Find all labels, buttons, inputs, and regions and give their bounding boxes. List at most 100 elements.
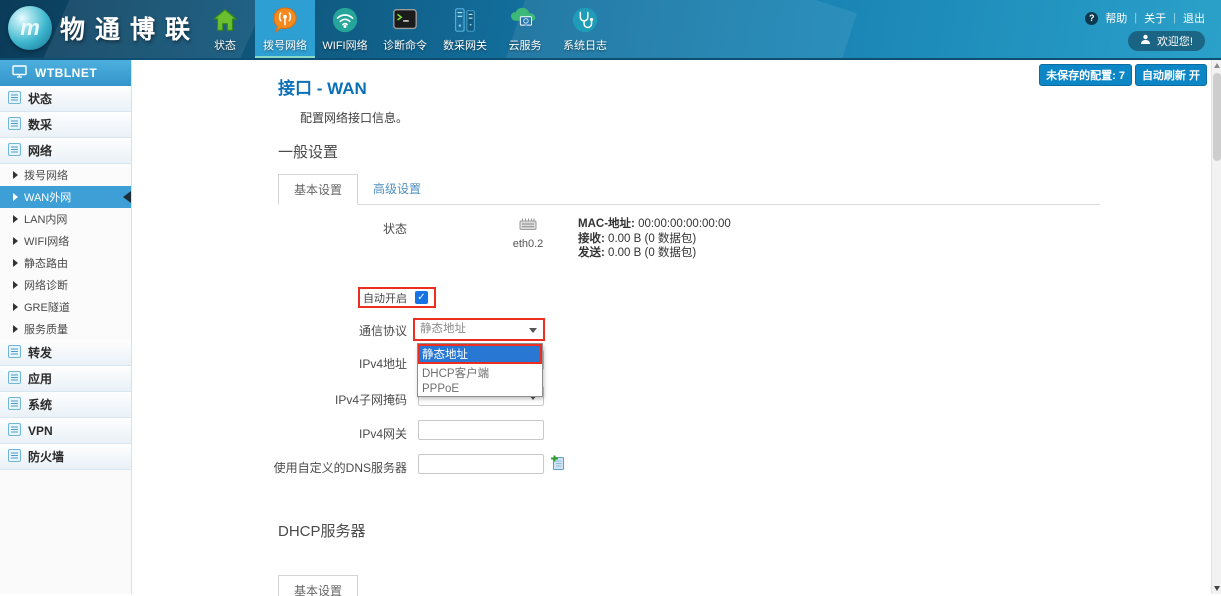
sidebar-subitem-gre-tunnel[interactable]: GRE隧道 xyxy=(0,296,131,318)
link-separator: | xyxy=(1134,12,1137,24)
list-icon xyxy=(8,423,21,439)
link-separator: | xyxy=(1173,12,1176,24)
autorefresh-badge[interactable]: 自动刷新 开 xyxy=(1135,64,1207,86)
sidebar-subitem-label: 静态路由 xyxy=(24,255,68,271)
vertical-scrollbar[interactable] xyxy=(1211,60,1221,594)
nav-item-cloud-service[interactable]: 云服务 xyxy=(495,0,555,58)
sidebar-item-forwarding[interactable]: 转发 xyxy=(0,340,131,366)
sidebar-item-label: 防火墙 xyxy=(28,448,64,465)
protocol-dropdown-list: 静态地址 DHCP客户端 PPPoE xyxy=(417,343,543,397)
sidebar-item-status[interactable]: 状态 xyxy=(0,86,131,112)
sidebar-item-label: 转发 xyxy=(28,344,52,361)
nav-item-dial-network[interactable]: 拨号网络 xyxy=(255,0,315,58)
tab-basic-settings[interactable]: 基本设置 xyxy=(278,174,358,205)
ethernet-icon xyxy=(519,218,537,235)
person-icon xyxy=(1140,34,1151,48)
scroll-up-arrow-icon[interactable] xyxy=(1214,63,1220,68)
nav-item-status[interactable]: 状态 xyxy=(195,0,255,58)
sidebar-subitem-qos[interactable]: 服务质量 xyxy=(0,318,131,340)
sidebar-subitem-dial-network[interactable]: 拨号网络 xyxy=(0,164,131,186)
scroll-down-arrow-icon[interactable] xyxy=(1214,586,1220,591)
nav-item-system-log[interactable]: 系统日志 xyxy=(555,0,615,58)
syslog-icon xyxy=(571,3,599,37)
page-description: 配置网络接口信息。 xyxy=(300,109,1211,126)
logo-sphere-icon: m xyxy=(8,6,52,50)
sidebar-item-data-collection[interactable]: 数采 xyxy=(0,112,131,138)
welcome-button[interactable]: 欢迎您! xyxy=(1128,31,1205,51)
custom-dns-input[interactable] xyxy=(418,454,544,474)
sidebar-item-vpn[interactable]: VPN xyxy=(0,418,131,444)
sidebar-subitem-label: 网络诊断 xyxy=(24,277,68,293)
sidebar-subitem-lan[interactable]: LAN内网 xyxy=(0,208,131,230)
nav-label: 云服务 xyxy=(509,37,542,53)
sidebar-subitem-label: GRE隧道 xyxy=(24,299,70,315)
nav-label: 诊断命令 xyxy=(383,37,427,53)
sidebar-subitem-label: WAN外网 xyxy=(24,189,71,205)
nav-label: 数采网关 xyxy=(443,37,487,53)
add-dns-icon[interactable] xyxy=(550,455,565,475)
general-settings-heading: 一般设置 xyxy=(278,141,1211,162)
sidebar-subitem-label: 服务质量 xyxy=(24,321,68,337)
gateway-label: IPv4网关 xyxy=(248,424,407,444)
nav-item-data-gateway[interactable]: 数采网关 xyxy=(435,0,495,58)
sidebar-item-label: 数采 xyxy=(28,116,52,133)
dial-network-icon xyxy=(271,3,299,37)
sidebar-subitem-label: 拨号网络 xyxy=(24,167,68,183)
wan-settings-form: 状态 eth0.2 MAC-地址: 00:00:00:00:00:00 接收: … xyxy=(278,205,1100,505)
scrollbar-thumb[interactable] xyxy=(1213,73,1221,161)
sidebar-item-firewall[interactable]: 防火墙 xyxy=(0,444,131,470)
general-tabbar: 基本设置 高级设置 xyxy=(278,173,1100,205)
protocol-field-label: 通信协议 xyxy=(248,321,407,341)
mac-label: MAC-地址: xyxy=(578,218,635,230)
sidebar-item-system[interactable]: 系统 xyxy=(0,392,131,418)
interface-block: eth0.2 xyxy=(483,217,573,250)
gateway-input[interactable] xyxy=(418,420,544,440)
interface-stats: MAC-地址: 00:00:00:00:00:00 接收: 0.00 B (0 … xyxy=(578,217,731,261)
cloud-icon xyxy=(509,3,541,37)
sidebar-item-label: 系统 xyxy=(28,396,52,413)
list-icon xyxy=(8,117,21,133)
tab-dhcp-basic-settings[interactable]: 基本设置 xyxy=(278,575,358,596)
body-row: WTBLNET 状态 数采 网络 拨号网络 WAN外网 LAN内网 WIFI网络… xyxy=(0,60,1221,594)
sidebar-item-application[interactable]: 应用 xyxy=(0,366,131,392)
list-icon xyxy=(8,143,21,159)
brand-name: 物通博联 xyxy=(60,10,200,46)
sidebar-subitem-network-diagnosis[interactable]: 网络诊断 xyxy=(0,274,131,296)
monitor-icon xyxy=(12,65,27,81)
protocol-option-static[interactable]: 静态地址 xyxy=(418,344,542,364)
protocol-option-dhcp[interactable]: DHCP客户端 xyxy=(418,364,542,382)
sidebar-item-network[interactable]: 网络 xyxy=(0,138,131,164)
protocol-selected-value: 静态地址 xyxy=(415,320,543,339)
tx-value: 0.00 B (0 数据包) xyxy=(608,247,696,259)
about-link[interactable]: 关于 xyxy=(1144,10,1166,26)
protocol-select[interactable]: 静态地址 xyxy=(415,320,543,339)
netmask-label: IPv4子网掩码 xyxy=(248,390,407,410)
sidebar-item-label: 网络 xyxy=(28,142,52,159)
sidebar-item-label: 应用 xyxy=(28,370,52,387)
logout-link[interactable]: 退出 xyxy=(1183,10,1205,26)
tx-label: 发送: xyxy=(578,247,605,259)
sidebar-title: WTBLNET xyxy=(35,66,97,80)
question-icon xyxy=(1085,12,1098,25)
protocol-highlight-box: 静态地址 xyxy=(413,318,545,341)
top-links: 帮助 | 关于 | 退出 xyxy=(1085,10,1205,26)
nav-item-diagnostic-command[interactable]: 诊断命令 xyxy=(375,0,435,58)
tab-advanced-settings[interactable]: 高级设置 xyxy=(358,174,436,205)
auto-start-checkbox[interactable] xyxy=(415,291,428,304)
sidebar-subitem-wifi-network[interactable]: WIFI网络 xyxy=(0,230,131,252)
custom-dns-label: 使用自定义的DNS服务器 xyxy=(248,458,407,478)
list-icon xyxy=(8,449,21,465)
nav-item-wifi-network[interactable]: WIFI网络 xyxy=(315,0,375,58)
sidebar-subitem-wan[interactable]: WAN外网 xyxy=(0,186,131,208)
top-header: m 物通博联 状态 拨号网络 WIFI网络 xyxy=(0,0,1221,60)
unsaved-changes-badge[interactable]: 未保存的配置: 7 xyxy=(1039,64,1132,86)
nav-label: 系统日志 xyxy=(563,37,607,53)
protocol-option-pppoe[interactable]: PPPoE xyxy=(418,382,542,396)
help-link[interactable]: 帮助 xyxy=(1105,10,1127,26)
nav-label: 拨号网络 xyxy=(263,37,307,53)
auto-start-label: 自动开启 xyxy=(363,290,407,306)
list-icon xyxy=(8,397,21,413)
sidebar-subitem-static-route[interactable]: 静态路由 xyxy=(0,252,131,274)
status-badges: 未保存的配置: 7 自动刷新 开 xyxy=(1039,64,1207,86)
tx-line: 发送: 0.00 B (0 数据包) xyxy=(578,246,731,261)
